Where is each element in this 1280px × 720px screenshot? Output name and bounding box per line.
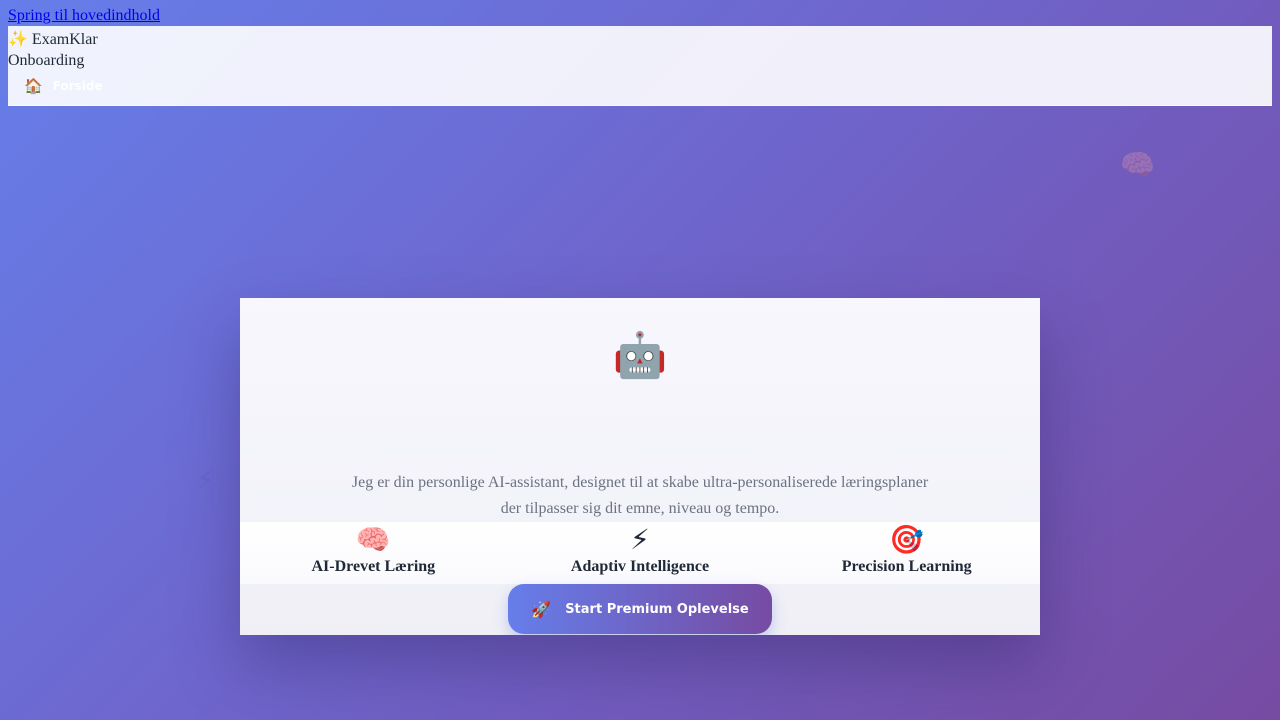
target-icon: 🎯 [889, 523, 925, 556]
onboarding-card: 🤖 Jeg er din personlige AI-assistant, de… [240, 298, 1040, 635]
robot-icon: 🤖 [612, 330, 668, 381]
floating-lightning-icon: ⚡ [196, 466, 215, 496]
intro-line-1: Jeg er din personlige AI-assistant, desi… [351, 474, 929, 491]
intro-line-2: der tilpasser sig dit emne, niveau og te… [500, 500, 780, 517]
feature-title: AI-Drevet Læring [311, 558, 436, 575]
rocket-icon: 🚀 [531, 599, 552, 619]
brand-name: ExamKlar [31, 31, 98, 48]
nav-home-link[interactable]: 🏠 Forside [24, 77, 103, 95]
brand-logo[interactable]: ✨ ExamKlar [8, 30, 98, 50]
feature-precision-learning: 🎯 Precision Learning [773, 522, 1040, 584]
top-navigation-bar: ✨ ExamKlar Onboarding 🏠 Forside [8, 26, 1272, 106]
skip-to-content-link[interactable]: Spring til hovedindhold [8, 6, 160, 26]
start-premium-label: Start Premium Oplevelse [565, 601, 749, 617]
start-premium-button[interactable]: 🚀 Start Premium Oplevelse [508, 584, 772, 634]
feature-ai-learning: 🧠 AI-Drevet Læring [240, 522, 507, 584]
current-section-label: Onboarding [8, 52, 85, 69]
feature-title: Precision Learning [841, 558, 972, 575]
feature-adaptive-intelligence: ⚡ Adaptiv Intelligence [506, 522, 774, 584]
sparkles-icon: ✨ [8, 31, 28, 48]
house-icon: 🏠 [24, 77, 43, 95]
feature-list: 🧠 AI-Drevet Læring ⚡ Adaptiv Intelligenc… [240, 522, 1040, 584]
lightning-icon: ⚡ [630, 523, 650, 556]
floating-brain-icon: 🧠 [1120, 148, 1155, 181]
feature-title: Adaptiv Intelligence [570, 558, 710, 575]
intro-text: Jeg er din personlige AI-assistant, desi… [340, 470, 940, 522]
brain-icon: 🧠 [355, 523, 391, 556]
nav-home-label: Forside [52, 79, 103, 93]
